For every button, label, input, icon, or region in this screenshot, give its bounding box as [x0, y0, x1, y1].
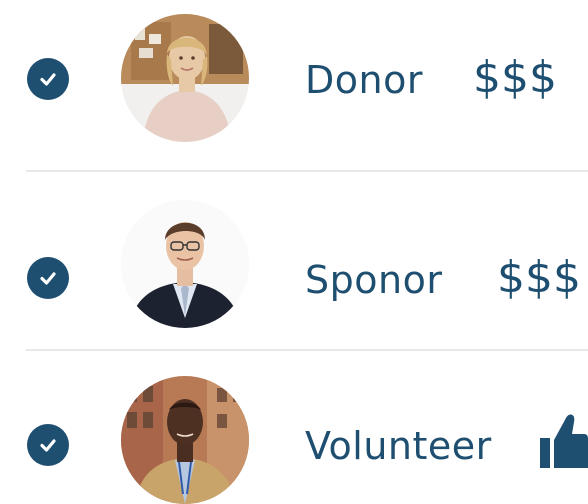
check-circle-icon[interactable] — [27, 257, 69, 299]
list-item-label: Volunteer — [305, 424, 492, 468]
divider — [26, 349, 588, 351]
avatar-sponsor — [121, 200, 249, 328]
price-level-badge: $$$ — [497, 252, 581, 303]
check-circle-icon[interactable] — [27, 58, 69, 100]
divider — [26, 170, 588, 172]
avatar-volunteer — [121, 376, 249, 504]
contribution-list: Donor $$$ Sponor $$$ Volunteer — [0, 0, 588, 504]
avatar-donor — [121, 14, 249, 142]
list-item-donor[interactable]: Donor $$$ — [0, 0, 588, 170]
list-item-volunteer[interactable]: Volunteer — [0, 354, 588, 504]
list-item-label: Donor — [305, 58, 423, 102]
thumbs-up-icon — [540, 412, 588, 468]
list-item-label: Sponor — [305, 258, 443, 302]
price-level-badge: $$$ — [473, 52, 557, 103]
check-circle-icon[interactable] — [27, 424, 69, 466]
list-item-sponsor[interactable]: Sponor $$$ — [0, 176, 588, 346]
